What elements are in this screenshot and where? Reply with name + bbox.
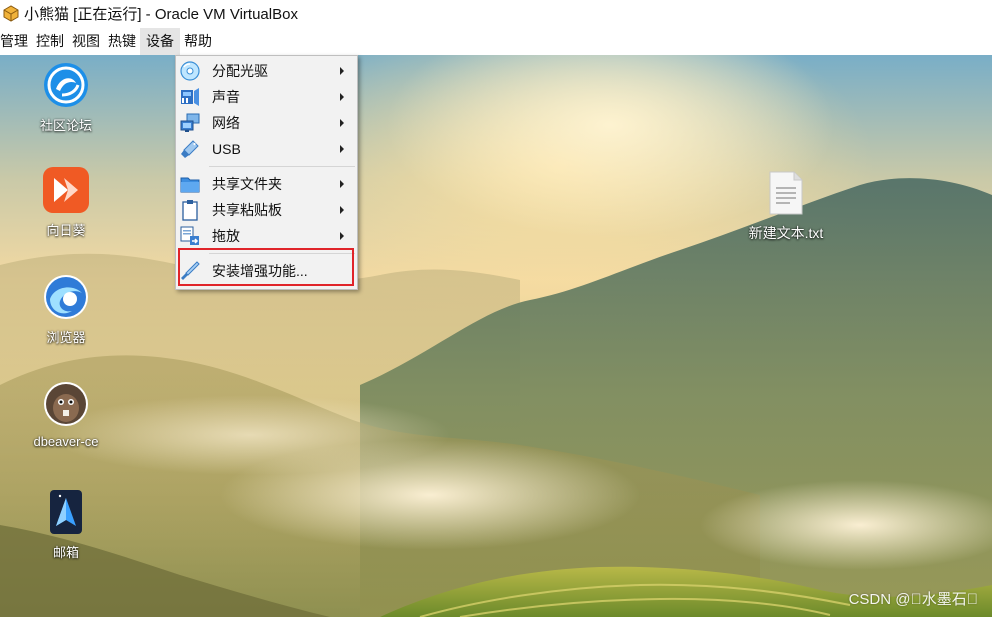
menu-item-optical-drives[interactable]: 分配光驱 (176, 58, 357, 84)
network-icon (179, 112, 201, 134)
sunlogin-icon (42, 166, 90, 214)
menu-item-label: 共享粘贴板 (212, 202, 282, 218)
wallpaper-landscape (0, 178, 992, 617)
desktop-icon-label: 邮箱 (52, 545, 79, 560)
optical-disc-icon (179, 60, 201, 82)
menu-item-network[interactable]: 网络 (176, 110, 357, 136)
menu-item-label: 共享文件夹 (212, 176, 282, 192)
menu-view[interactable]: 视图 (72, 28, 108, 55)
window-titlebar: 小熊猫 [正在运行] - Oracle VM VirtualBox (0, 0, 992, 26)
menu-item-label: 分配光驱 (212, 63, 268, 79)
drag-drop-icon (179, 225, 201, 247)
virtualbox-icon (2, 4, 20, 22)
desktop-icon-mail[interactable]: 邮箱 (26, 488, 106, 561)
menu-item-label: 声音 (212, 89, 240, 105)
submenu-arrow-icon (340, 232, 344, 240)
desktop-icon-label: 社区论坛 (39, 118, 92, 133)
submenu-arrow-icon (340, 67, 344, 75)
menu-item-shared-folders[interactable]: 共享文件夹 (176, 171, 357, 197)
menu-item-label: 网络 (212, 115, 240, 131)
menu-devices[interactable]: 设备 (140, 28, 180, 55)
mail-icon (42, 488, 90, 536)
desktop-icon-dbeaver[interactable]: dbeaver-ce (26, 380, 106, 449)
audio-icon (179, 86, 201, 108)
submenu-arrow-icon (340, 206, 344, 214)
browser-icon (42, 273, 90, 321)
submenu-arrow-icon (340, 180, 344, 188)
clipboard-icon (179, 199, 201, 221)
window-title: 小熊猫 [正在运行] - Oracle VM VirtualBox (24, 5, 298, 23)
desktop-icon-textfile[interactable]: 新建文本.txt (736, 169, 836, 243)
desktop-icon-sunlogin[interactable]: 向日葵 (26, 166, 106, 239)
dbeaver-icon (42, 380, 90, 428)
menu-help[interactable]: 帮助 (184, 28, 220, 55)
csdn-watermark: CSDN @ 水墨石  (848, 591, 978, 608)
guest-desktop[interactable]: 社区论坛 向日葵 浏览器 dbeaver-ce 邮箱 新建文本.txt CSDN… (0, 55, 992, 617)
menu-item-shared-clipboard[interactable]: 共享粘贴板 (176, 197, 357, 223)
shared-folder-icon (179, 173, 201, 195)
menu-item-audio[interactable]: 声音 (176, 84, 357, 110)
usb-icon (179, 138, 201, 160)
submenu-arrow-icon (340, 119, 344, 127)
desktop-icon-forum[interactable]: 社区论坛 (26, 61, 106, 134)
menu-item-label: USB (212, 141, 241, 157)
menu-item-label: 拖放 (212, 228, 240, 244)
text-file-icon (762, 169, 810, 217)
submenu-arrow-icon (340, 93, 344, 101)
submenu-arrow-icon (340, 145, 344, 153)
desktop-icon-label: dbeaver-ce (33, 434, 99, 449)
menu-separator (209, 166, 355, 167)
highlight-annotation-box (178, 248, 354, 286)
deepin-forum-icon (42, 61, 90, 109)
desktop-icon-browser[interactable]: 浏览器 (26, 273, 106, 346)
menu-item-drag-drop[interactable]: 拖放 (176, 223, 357, 249)
menu-manage[interactable]: 管理 (0, 28, 36, 55)
menu-hotkeys[interactable]: 热键 (108, 28, 144, 55)
desktop-icon-label: 向日葵 (46, 223, 86, 238)
menu-control[interactable]: 控制 (36, 28, 72, 55)
menu-bar: 管理 控制 视图 热键 设备 帮助 (0, 28, 992, 55)
menu-item-usb[interactable]: USB (176, 136, 357, 162)
desktop-icon-label: 新建文本.txt (748, 225, 824, 241)
desktop-icon-label: 浏览器 (46, 330, 86, 345)
